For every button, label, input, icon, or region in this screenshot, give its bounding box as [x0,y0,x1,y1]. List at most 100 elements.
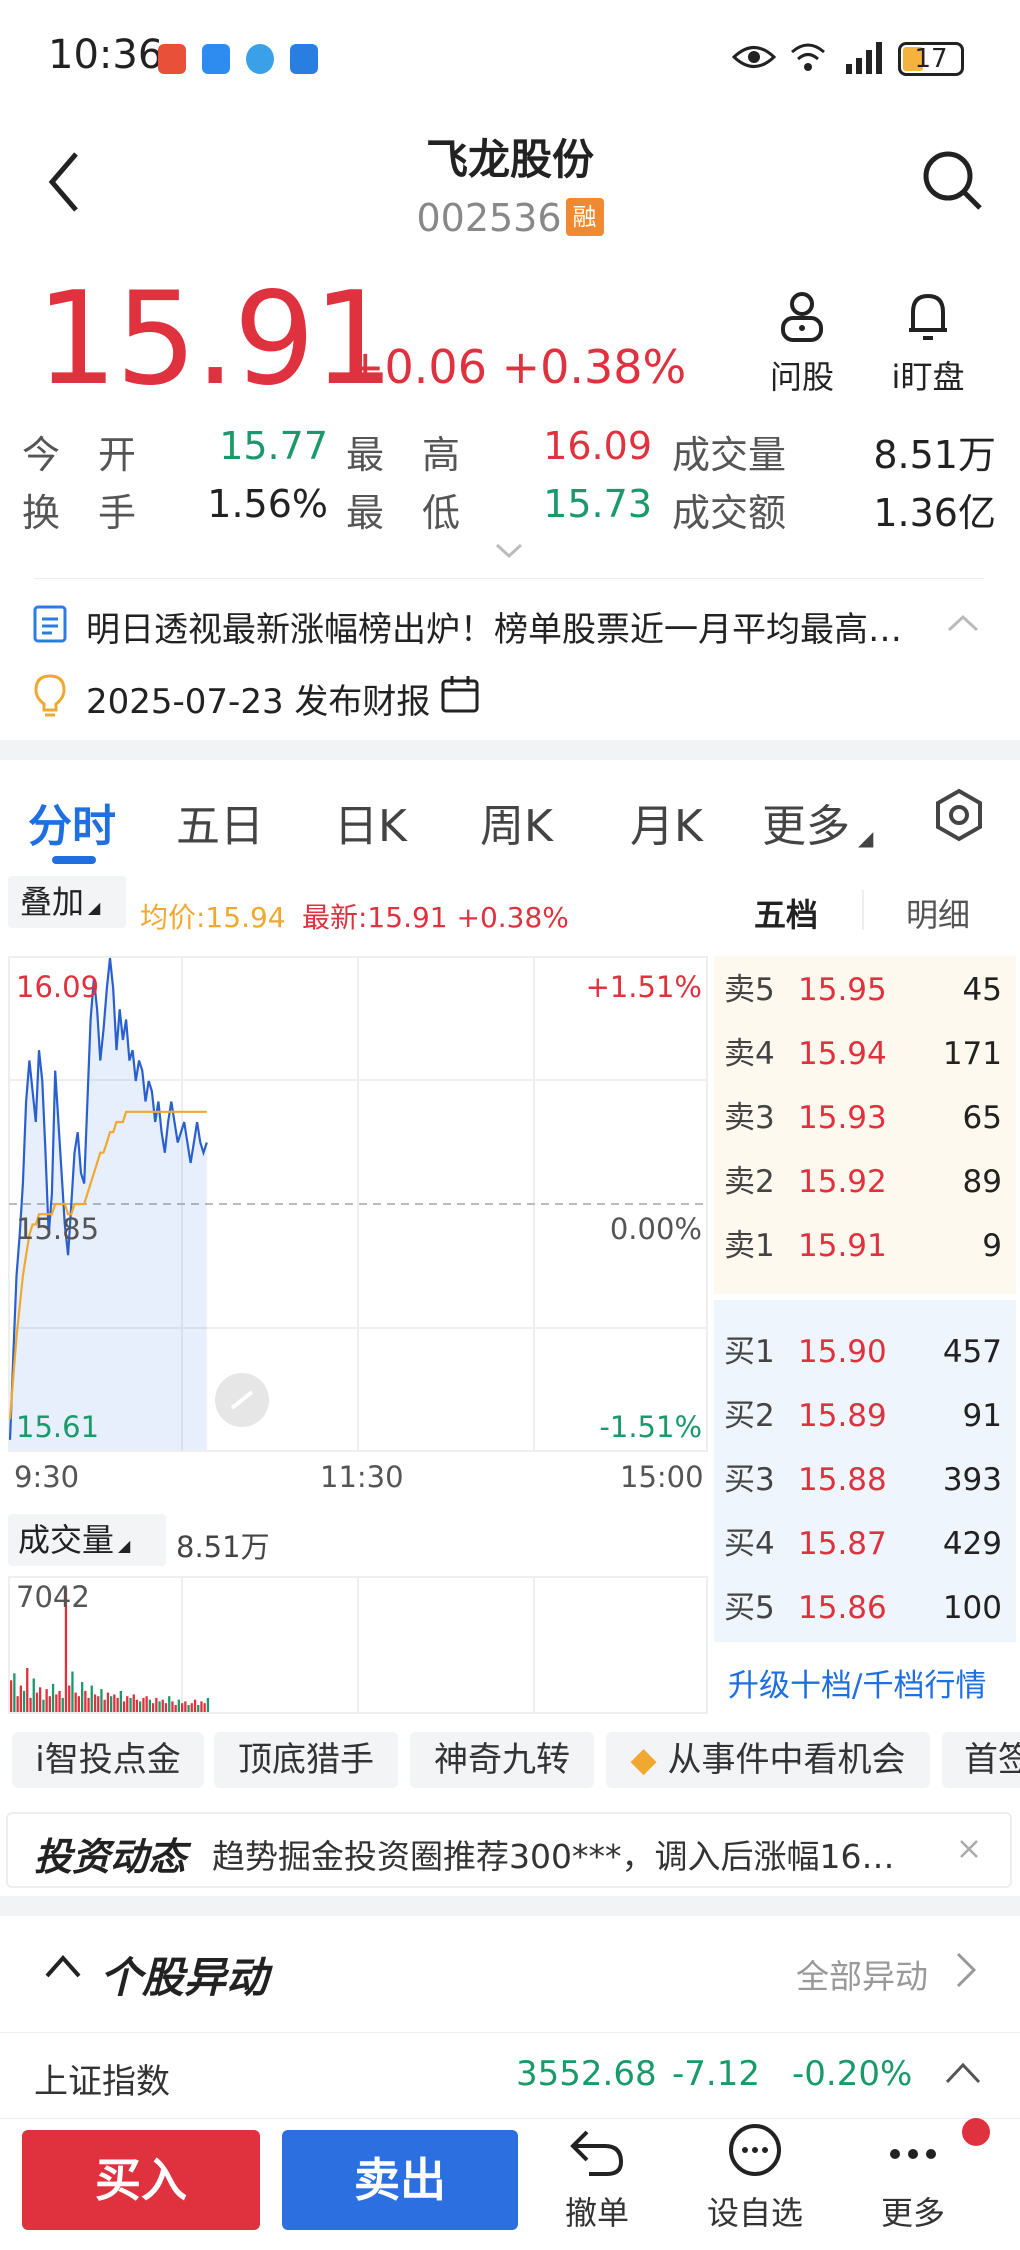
sell-level-label: 卖1 [724,1228,775,1264]
volume-bar [22,1690,26,1712]
volume-chart[interactable] [8,1576,708,1714]
buy-order-row[interactable]: 买3 15.88 393 [722,1448,1010,1512]
overlay-button[interactable]: 叠加 ◢ [8,876,126,928]
margin-badge: 融 [565,198,604,236]
collapse-chevron-icon[interactable] [944,2060,982,2086]
add-watchlist-button[interactable]: 设自选 [690,2124,820,2234]
volume-bar [19,1685,22,1712]
volume-bar [187,1705,190,1712]
upgrade-quotes-link[interactable]: 升级十档/千档行情 [728,1660,986,1705]
chip-magic-nine[interactable]: 神奇九转 [410,1732,594,1788]
chip-bottom-top-hunter[interactable]: 顶底猎手 [214,1732,398,1788]
all-abnormal-link[interactable]: 全部异动 [796,1950,928,1998]
intraday-price-chart[interactable] [8,956,708,1452]
status-bar: 10:36 17 [0,0,1020,120]
chip-ai-insight[interactable]: i智投点金 [12,1732,204,1788]
buy-order-row[interactable]: 买2 15.89 91 [722,1384,1010,1448]
settings-hexagon-icon[interactable] [934,788,984,842]
chip-first-sign[interactable]: 首签 [942,1732,1020,1788]
sell-button[interactable]: 卖出 [282,2130,518,2230]
sell-order-row[interactable]: 卖5 15.95 45 [722,958,1010,1022]
volume-bar [161,1699,164,1712]
open-label: 今 开 [22,433,137,477]
buy-level-price: 15.90 [798,1334,887,1370]
tab-order-book[interactable]: 五档 [754,890,818,936]
calendar-icon[interactable] [440,674,480,714]
tab-weekly-k[interactable]: 周K [480,790,553,854]
tab-monthly-k[interactable]: 月K [630,790,703,854]
battery-icon: 17 [898,42,964,76]
sell-order-row[interactable]: 卖3 15.93 65 [722,1086,1010,1150]
volume-bar [145,1696,148,1712]
sell-order-row[interactable]: 卖2 15.92 89 [722,1150,1010,1214]
chip-event-opportunity[interactable]: ◆ 从事件中看机会 [606,1732,930,1788]
buy-order-row[interactable]: 买4 15.87 429 [722,1512,1010,1576]
volume-bar [151,1703,155,1712]
dropdown-triangle-icon: ◢ [118,1536,131,1555]
volume-indicator-button[interactable]: 成交量 ◢ [8,1514,166,1566]
watch-market-button[interactable]: i盯盘 [878,290,978,398]
buy-order-row[interactable]: 买1 15.90 457 [722,1320,1010,1384]
volume-bar [97,1696,100,1712]
volume-bar [10,1680,13,1712]
volume-bar [16,1696,19,1712]
volume-bar [39,1687,42,1712]
sell-level-volume: 65 [962,1100,1002,1136]
sell-level-volume: 89 [962,1164,1002,1200]
section-gap [0,740,1020,760]
expand-chevron-icon[interactable] [494,542,524,560]
more-button[interactable]: 更多 [848,2124,978,2234]
buy-order-row[interactable]: 买5 15.86 100 [722,1576,1010,1640]
news-headline[interactable]: 明日透视最新涨幅榜出炉！榜单股票近一月平均最高… [86,602,936,651]
tab-more[interactable]: 更多 ◢ [762,790,873,854]
volume-bar [48,1696,51,1712]
wifi-icon [791,43,825,71]
tab-daily-k[interactable]: 日K [334,790,407,854]
buy-button[interactable]: 买入 [22,2130,260,2230]
volume-bar [164,1703,168,1712]
volume-bar [119,1690,122,1712]
change-value: +0.06 [346,340,487,394]
chevron-right-icon[interactable] [954,1950,978,1990]
bell-icon [909,293,947,340]
current-price: 15.91 [36,265,394,414]
volume-bar [132,1694,135,1712]
volume-bar [139,1701,142,1712]
volume-bar [155,1697,158,1712]
stock-code-row: 002536 融 [0,196,1020,240]
volume-bar [206,1697,210,1712]
banner-logo: 投资动态 [34,1835,187,1879]
index-change-pct: -0.20% [792,2054,913,2094]
ask-stock-button[interactable]: 问股 [752,290,852,398]
collapse-chevron-icon[interactable] [946,612,980,634]
tab-trade-detail[interactable]: 明细 [906,890,970,936]
tab-underline [52,856,96,864]
index-name[interactable]: 上证指数 [34,2054,170,2103]
cancel-order-button[interactable]: 撤单 [532,2124,662,2234]
add-watchlist-label: 设自选 [706,2194,803,2232]
buy-level-price: 15.86 [798,1590,887,1626]
sell-level-price: 15.91 [798,1228,887,1264]
tab-more-label: 更多 [762,801,850,852]
volume-bar [29,1697,32,1712]
signal-icon [846,42,882,74]
latest-price: 最新:15.91 +0.38% [302,901,569,934]
high-label: 最 高 [346,433,461,477]
dropdown-triangle-icon: ◢ [858,826,874,850]
tab-five-day[interactable]: 五日 [176,790,264,854]
report-date: 2025-07-23 发布财报 [86,682,431,722]
close-icon[interactable] [958,1838,980,1860]
collapse-chevron-icon[interactable] [44,1952,82,1980]
search-icon[interactable] [920,148,984,212]
sell-order-row[interactable]: 卖4 15.94 171 [722,1022,1010,1086]
volume-bar [77,1696,80,1712]
sell-level-label: 卖2 [724,1164,775,1200]
amount-label: 成交额 [672,491,787,535]
notification-dot [962,2118,990,2146]
sell-order-row[interactable]: 卖1 15.91 9 [722,1214,1010,1278]
volume-bar [68,1685,71,1712]
divider [862,890,864,930]
volume-bar [84,1690,87,1712]
index-change: -7.12 [672,2054,760,2094]
tab-intraday[interactable]: 分时 [28,790,116,854]
